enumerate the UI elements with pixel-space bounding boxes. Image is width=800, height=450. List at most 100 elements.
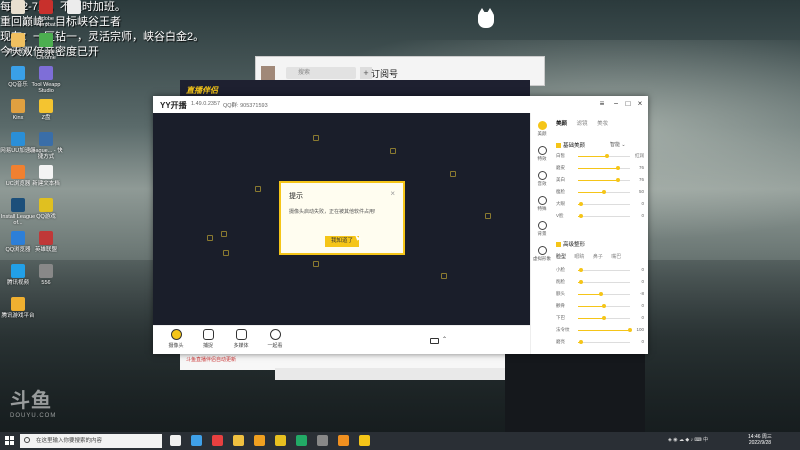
yy-toolbar: 摄像头 捕捉 多媒体 一起看 ⌃	[153, 325, 530, 354]
basic-beauty-toggle[interactable]: 基础美颜	[556, 141, 585, 149]
windows-start-icon[interactable]	[5, 436, 15, 446]
slider-knob[interactable]	[578, 280, 583, 284]
desktop-icon[interactable]: League... - 快捷方式	[28, 132, 64, 160]
tool-label: 捕捉	[202, 343, 213, 349]
desktop-icon-label: 556	[41, 280, 51, 286]
tab-beauty[interactable]: 美颜	[556, 121, 567, 127]
desktop-icon[interactable]: 556	[28, 264, 64, 286]
desktop-icon[interactable]: 英雄联盟	[28, 231, 64, 253]
subtab-nose[interactable]: 鼻子	[593, 254, 603, 260]
avatar[interactable]	[261, 66, 275, 80]
tab-makeup[interactable]: 美妆	[597, 121, 608, 127]
slider-track[interactable]	[578, 316, 630, 320]
slider-label: 削脸	[556, 279, 565, 284]
clock[interactable]: 14:46 周三 2022/9/28	[748, 434, 772, 446]
video-camera-icon[interactable]	[430, 338, 439, 344]
sidenav-item[interactable]: 美颜	[531, 121, 553, 137]
slider-knob[interactable]	[602, 190, 606, 194]
sidenav-item[interactable]: 背景	[531, 221, 553, 237]
beauty-mode-value: 智能	[610, 142, 621, 148]
subtab-mouth[interactable]: 嘴巴	[611, 254, 621, 260]
desktop-icon-label: 新建文本档	[32, 181, 60, 187]
slider-knob[interactable]	[578, 268, 583, 272]
desktop-icon-label: 英雄联盟	[34, 247, 57, 253]
desktop-icon[interactable]	[56, 0, 92, 16]
taskbar-search-input[interactable]: 在这里输入你要搜索的内容	[20, 434, 162, 448]
slider-track[interactable]	[578, 340, 630, 344]
tab-filter[interactable]: 滤镜	[577, 121, 588, 127]
sidenav-label: 音效	[537, 181, 547, 186]
desktop-icon[interactable]: Z盘	[28, 99, 64, 121]
camera-button[interactable]: 摄像头	[161, 329, 191, 349]
slider-knob[interactable]	[615, 166, 620, 170]
slider-track[interactable]	[578, 304, 630, 308]
sidenav-item[interactable]: 虚拟形象	[531, 246, 553, 262]
system-tray[interactable]: ◈ ◉ ☁ ◆ ♪ ⌨ 中	[668, 436, 708, 443]
minimize-button[interactable]: −	[611, 99, 621, 109]
douyu-watermark: 斗鱼 DOUYU.COM	[10, 384, 56, 419]
taskbar-app-icon[interactable]	[338, 435, 349, 446]
capture-button[interactable]: 捕捉	[193, 329, 223, 349]
slider-row: 白皙 红润	[556, 153, 644, 160]
search-input[interactable]: 搜索	[286, 67, 356, 79]
close-button[interactable]: ×	[635, 99, 645, 109]
slider-track[interactable]	[578, 268, 630, 272]
slider-track[interactable]	[578, 214, 630, 218]
slider-track[interactable]	[578, 328, 632, 332]
menu-icon[interactable]: ≡	[597, 99, 607, 109]
slider-track[interactable]	[578, 190, 630, 194]
sound-icon	[537, 171, 547, 180]
taskbar-app-icon[interactable]	[296, 435, 307, 446]
slider-knob[interactable]	[578, 214, 583, 218]
slider-track[interactable]	[578, 280, 630, 284]
taskbar-app-icon[interactable]	[275, 435, 286, 446]
slider-knob[interactable]	[602, 316, 606, 320]
desktop-icon[interactable]: Tool Weapp Studio	[28, 66, 64, 94]
close-icon[interactable]: ×	[390, 189, 395, 198]
desktop-icon[interactable]: 腾讯游戏平台	[0, 297, 36, 319]
slider-knob[interactable]	[599, 292, 604, 296]
slider-label: 小脸	[556, 267, 565, 272]
yy-titlebar[interactable]: YY开播 1.49.0.2357 QQ群: 905371593 ≡ − □ ×	[153, 96, 648, 113]
cat-icon[interactable]	[478, 8, 494, 28]
sidenav-item[interactable]: 特殊	[531, 196, 553, 212]
taskbar-app-icon[interactable]	[191, 435, 202, 446]
media-button[interactable]: 多媒体	[226, 329, 256, 349]
slider-knob[interactable]	[602, 304, 606, 308]
watch-together-button[interactable]: 一起看	[260, 329, 290, 349]
slider-track[interactable]	[578, 154, 630, 158]
slider-fill	[578, 192, 604, 193]
subtab-eyes[interactable]: 眼睛	[574, 254, 584, 260]
sidenav-item[interactable]: 特效	[531, 146, 553, 162]
desktop-icon[interactable]: QQ游戏	[28, 198, 64, 220]
subtab-face[interactable]: 脸型	[556, 254, 566, 260]
checkbox-icon	[556, 143, 561, 149]
slider-knob[interactable]	[578, 202, 583, 206]
slider-knob[interactable]	[615, 178, 620, 182]
desktop-icon[interactable]: 新建文本档	[28, 165, 64, 187]
chevron-down-icon[interactable]: ⌃	[442, 336, 447, 343]
slider-track[interactable]	[578, 166, 630, 170]
beauty-mode-select[interactable]: 智能 ⌄	[610, 141, 626, 148]
taskbar-app-icon[interactable]	[212, 435, 223, 446]
taskbar-app-icon[interactable]	[233, 435, 244, 446]
slider-knob[interactable]	[628, 328, 632, 332]
desktop-icon[interactable]: Google Chrome	[28, 33, 64, 61]
slider-track[interactable]	[578, 292, 630, 296]
advanced-shaping-toggle[interactable]: 高级整形	[556, 240, 585, 248]
slider-knob[interactable]	[578, 340, 583, 344]
taskbar-app-icon[interactable]	[359, 435, 370, 446]
sidenav-label: 特殊	[537, 206, 547, 211]
taskbar-app-icon[interactable]	[170, 435, 181, 446]
slider-track[interactable]	[578, 178, 630, 182]
search-placeholder: 在这里输入你要搜索的内容	[36, 438, 103, 444]
clock-date: 2022/9/28	[748, 440, 772, 446]
taskbar-app-icon[interactable]	[317, 435, 328, 446]
sidenav-item[interactable]: 音效	[531, 171, 553, 187]
slider-knob[interactable]	[604, 154, 609, 158]
slider-track[interactable]	[578, 202, 630, 206]
desktop-icon-label: League... - 快捷方式	[29, 148, 63, 160]
taskbar-app-icon[interactable]	[254, 435, 265, 446]
acknowledge-button[interactable]: 我知道了	[325, 236, 359, 247]
maximize-button[interactable]: □	[623, 99, 633, 109]
